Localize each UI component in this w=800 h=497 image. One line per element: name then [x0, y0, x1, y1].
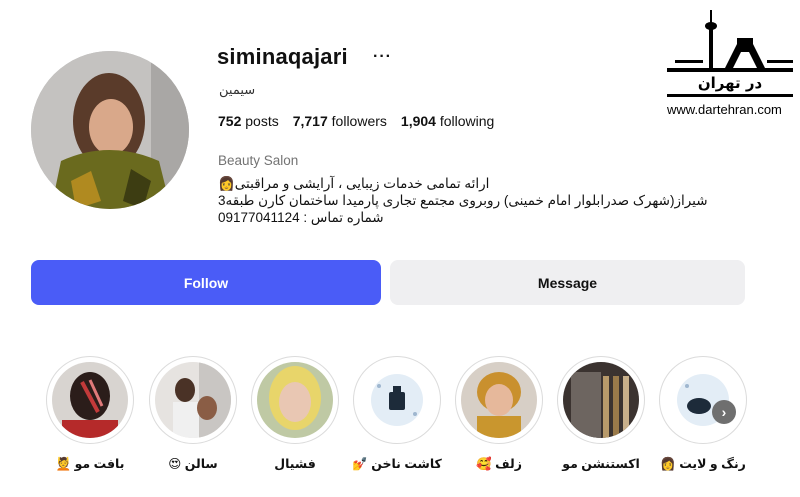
site-url: www.dartehran.com	[667, 102, 782, 117]
highlight-label: اکستنشن مو	[562, 457, 640, 471]
following-count: 1,904	[400, 113, 436, 129]
highlight-cover	[665, 362, 741, 438]
highlight-ring	[557, 356, 645, 444]
bio-line: ارائه تمامی خدمات زیبایی ، آرایشی و مراق…	[218, 176, 490, 191]
highlight-ring	[659, 356, 747, 444]
following-stat[interactable]: 1,904 following	[401, 113, 494, 129]
highlight-cover	[257, 362, 333, 438]
highlight-item[interactable]: بافت مو 💆	[45, 356, 135, 472]
posts-stat[interactable]: 752 posts	[218, 113, 279, 129]
username: siminaqajari	[217, 44, 348, 69]
highlight-item[interactable]: فشیال	[250, 356, 340, 471]
highlight-label: کاشت ناخن 💅	[352, 457, 442, 471]
highlight-ring	[149, 356, 237, 444]
profile-stats: 752 posts 7,717 followers 1,904 followin…	[218, 113, 494, 129]
highlight-ring	[353, 356, 441, 444]
posts-label: posts	[245, 113, 279, 129]
highlight-item[interactable]: زلف 🥰	[454, 356, 544, 472]
profile-photo	[31, 51, 189, 209]
bio-line: شماره تماس : 09177041124	[218, 210, 384, 225]
logo-text: در تهران	[698, 74, 763, 92]
highlight-cover	[155, 362, 231, 438]
highlight-item[interactable]: کاشت ناخن 💅	[352, 356, 442, 472]
followers-label: followers	[331, 113, 387, 129]
highlight-label: فشیال	[274, 457, 316, 471]
highlight-ring	[251, 356, 339, 444]
highlight-label: سالن 😍	[168, 457, 218, 471]
follow-button[interactable]: Follow	[31, 260, 381, 305]
highlight-label: بافت مو 💆	[55, 457, 125, 471]
highlight-ring	[46, 356, 134, 444]
highlight-cover	[52, 362, 128, 438]
followers-count: 7,717	[292, 113, 328, 129]
site-logo: در تهران	[665, 8, 795, 105]
full-name: سیمین	[219, 82, 256, 97]
following-label: following	[439, 113, 495, 129]
followers-stat[interactable]: 7,717 followers	[293, 113, 387, 129]
bio-line: شیراز(شهرک صدرابلوار امام خمینی) روبروی …	[218, 193, 708, 208]
posts-count: 752	[218, 113, 242, 129]
highlight-label: رنگ و لایت 👩	[660, 457, 746, 471]
highlight-item[interactable]: اکستنشن مو	[556, 356, 646, 471]
highlight-cover	[359, 362, 435, 438]
chevron-right-icon[interactable]: ›	[712, 400, 736, 424]
avatar[interactable]	[31, 51, 189, 209]
highlight-item[interactable]: سالن 😍	[148, 356, 238, 471]
bio: ارائه تمامی خدمات زیبایی ، آرایشی و مراق…	[218, 175, 738, 226]
tehran-skyline-icon: در تهران	[667, 10, 793, 97]
more-options-icon[interactable]: ···	[373, 48, 392, 66]
message-button[interactable]: Message	[390, 260, 745, 305]
highlight-label: زلف 🥰	[476, 457, 522, 471]
profile-category: Beauty Salon	[218, 153, 299, 168]
highlight-cover	[461, 362, 537, 438]
highlight-cover	[563, 362, 639, 438]
highlight-ring	[455, 356, 543, 444]
